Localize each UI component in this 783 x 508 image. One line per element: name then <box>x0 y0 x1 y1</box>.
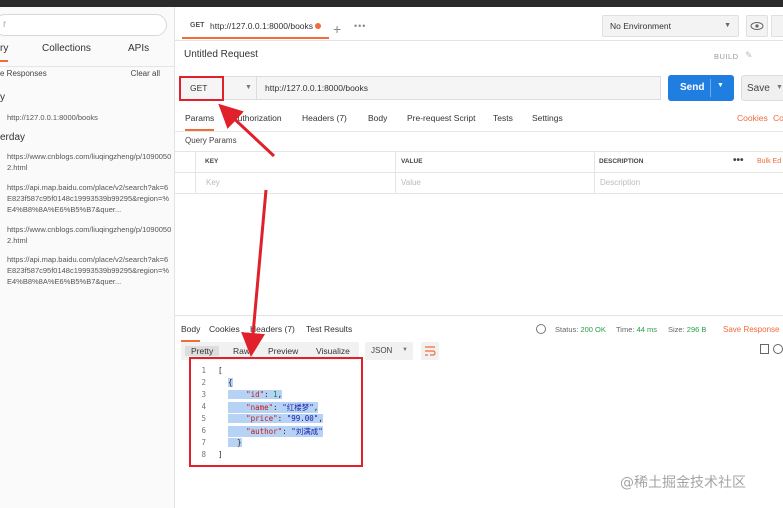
response-tabs: Body Cookies Headers (7) Test Results St… <box>175 315 783 342</box>
response-time: Time: 44 ms <box>616 325 658 334</box>
tab-history[interactable]: ry <box>0 43 9 62</box>
table-row: Key Value Description <box>175 173 783 194</box>
send-label: Send <box>680 82 705 93</box>
history-item[interactable]: https://www.cnblogs.com/liuqingzheng/p/1… <box>7 224 172 246</box>
tab-response-cookies[interactable]: Cookies <box>209 324 240 334</box>
format-select[interactable]: JSON ▼ <box>365 342 413 360</box>
copy-icon[interactable] <box>760 344 769 354</box>
format-label: JSON <box>371 346 393 355</box>
tab-settings[interactable]: Settings <box>532 113 563 123</box>
chevron-down-icon: ▼ <box>402 347 408 353</box>
size-value: 296 B <box>686 325 707 334</box>
column-value: VALUE <box>401 158 423 165</box>
value-input[interactable]: Value <box>401 178 421 187</box>
column-description: DESCRIPTION <box>599 158 644 165</box>
pencil-icon[interactable]: ✎ <box>745 50 753 61</box>
window-top-bar <box>0 0 783 7</box>
save-response-button[interactable]: Save Response <box>723 325 779 334</box>
save-responses-toggle[interactable]: e Responses <box>0 69 47 78</box>
eye-icon <box>750 22 764 30</box>
wrap-lines-button[interactable] <box>421 342 439 360</box>
tab-collections[interactable]: Collections <box>42 43 91 54</box>
key-input[interactable]: Key <box>206 178 220 187</box>
code-link[interactable]: Co <box>773 113 783 123</box>
tab-apis[interactable]: APIs <box>128 43 149 54</box>
time-value: 44 ms <box>636 325 658 334</box>
send-divider <box>710 79 711 97</box>
search-icon[interactable] <box>773 344 783 354</box>
wrap-icon <box>425 346 436 356</box>
request-tab[interactable]: GET http://127.0.0.1:8000/books <box>182 15 329 39</box>
query-params-table: KEY VALUE DESCRIPTION ••• Bulk Ed Key Va… <box>175 151 783 194</box>
history-item[interactable]: http://127.0.0.1:8000/books <box>7 112 172 123</box>
chevron-down-icon: ▼ <box>776 84 783 91</box>
url-input[interactable]: http://127.0.0.1:8000/books <box>256 76 661 100</box>
view-preview[interactable]: Preview <box>268 346 298 356</box>
request-subtabs: Params Authorization Headers (7) Body Pr… <box>175 108 783 132</box>
tab-response-headers[interactable]: Headers (7) <box>250 324 295 334</box>
new-tab-icon[interactable]: + <box>333 21 341 37</box>
build-mode-label[interactable]: BUILD <box>714 52 739 61</box>
cookies-link[interactable]: Cookies <box>737 113 768 123</box>
subtabs-divider <box>175 131 783 132</box>
sidebar-tab-divider <box>0 66 174 67</box>
tab-authorization[interactable]: Authorization <box>232 113 282 123</box>
send-button[interactable]: Send ▼ <box>668 75 734 101</box>
environment-quick-look-button[interactable] <box>746 15 768 37</box>
view-raw[interactable]: Raw <box>233 346 250 356</box>
globe-icon[interactable] <box>536 324 546 334</box>
bulk-edit-link[interactable]: Bulk Ed <box>757 158 781 165</box>
chevron-down-icon: ▼ <box>245 84 252 91</box>
response-size: Size: 296 B <box>668 325 707 334</box>
unsaved-dot-icon <box>315 23 321 29</box>
query-params-title: Query Params <box>185 136 237 145</box>
filter-input[interactable]: r <box>0 14 167 36</box>
column-divider <box>395 152 396 194</box>
chevron-down-icon: ▼ <box>724 22 731 29</box>
history-item[interactable]: https://api.map.baidu.com/place/v2/searc… <box>7 182 172 215</box>
tab-pre-request-script[interactable]: Pre-request Script <box>407 113 476 123</box>
request-tab-strip: GET http://127.0.0.1:8000/books + ••• No… <box>175 7 783 41</box>
save-button[interactable]: Save ▼ <box>741 75 783 101</box>
request-tab-method: GET <box>190 22 205 29</box>
history-group-yesterday: erday <box>0 132 26 143</box>
filter-placeholder: r <box>3 19 7 30</box>
request-tab-url: http://127.0.0.1:8000/books <box>210 21 314 31</box>
response-status: Status: 200 OK <box>555 325 606 334</box>
more-tabs-icon[interactable]: ••• <box>354 21 366 31</box>
tab-test-results[interactable]: Test Results <box>306 324 352 334</box>
url-value: http://127.0.0.1:8000/books <box>265 83 369 93</box>
watermark: @稀土掘金技术社区 <box>620 475 746 491</box>
tab-body[interactable]: Body <box>368 113 387 123</box>
chevron-down-icon[interactable]: ▼ <box>717 82 724 89</box>
tab-response-body[interactable]: Body <box>181 324 201 342</box>
more-icon[interactable]: ••• <box>733 155 744 166</box>
environment-select[interactable]: No Environment ▼ <box>602 15 739 37</box>
sidebar-tabs: ry Collections APIs <box>0 43 174 67</box>
request-title[interactable]: Untitled Request <box>184 49 258 60</box>
clear-all-button[interactable]: Clear all <box>131 69 160 78</box>
column-key: KEY <box>205 158 219 165</box>
history-group-today: y <box>0 92 5 103</box>
description-input[interactable]: Description <box>600 178 640 187</box>
status-value: 200 OK <box>580 325 606 334</box>
tab-params[interactable]: Params <box>185 113 215 131</box>
column-divider <box>594 152 595 194</box>
history-item[interactable]: https://www.cnblogs.com/liuqingzheng/p/1… <box>7 151 172 173</box>
save-label: Save <box>747 83 770 94</box>
tab-headers[interactable]: Headers (7) <box>302 113 347 123</box>
history-sidebar: r ry Collections APIs e Responses Clear … <box>0 7 175 508</box>
view-visualize[interactable]: Visualize <box>316 346 350 356</box>
column-divider <box>195 152 196 194</box>
annotation-box-method <box>179 76 224 101</box>
environment-label: No Environment <box>610 21 671 31</box>
manage-environments-button[interactable] <box>771 15 783 37</box>
annotation-box-response <box>189 357 363 467</box>
view-pretty[interactable]: Pretty <box>185 346 220 356</box>
history-item[interactable]: https://api.map.baidu.com/place/v2/searc… <box>7 254 172 287</box>
tab-tests[interactable]: Tests <box>493 113 513 123</box>
table-header-row: KEY VALUE DESCRIPTION ••• Bulk Ed <box>175 152 783 173</box>
